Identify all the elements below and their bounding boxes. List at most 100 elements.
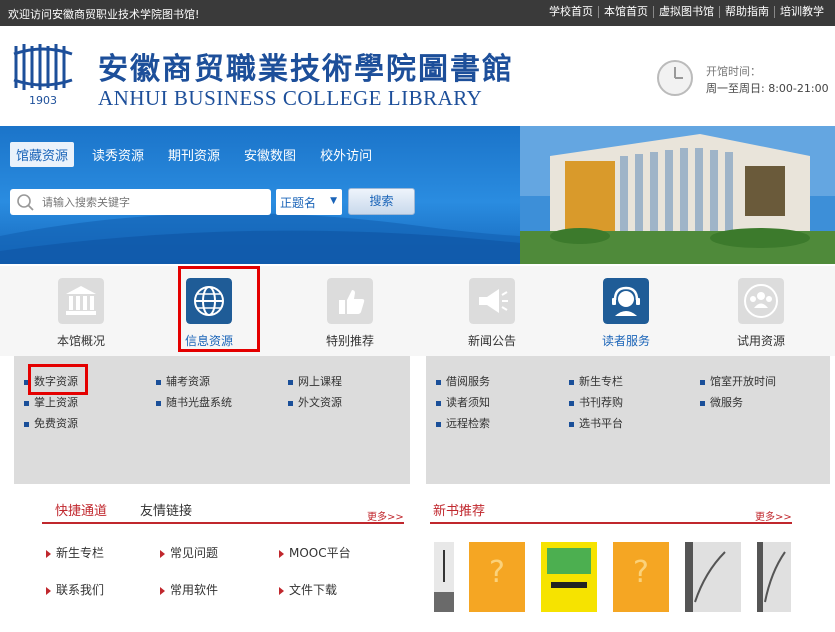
- dropdown-arrow-icon: ▼: [330, 196, 337, 206]
- link-library-home[interactable]: 本馆首页: [598, 6, 653, 18]
- bullet-icon: [436, 400, 441, 406]
- quick-faq[interactable]: 常见问题: [160, 544, 218, 561]
- bullet-icon: [24, 421, 29, 427]
- service-reader-notice[interactable]: 读者须知: [436, 394, 490, 410]
- highlight-info-resources: [178, 266, 260, 352]
- nav-label-about: 本馆概况: [56, 334, 105, 348]
- nav-label-trial-resources: 试用资源: [736, 334, 785, 348]
- nav-about[interactable]: 本馆概况: [31, 278, 131, 349]
- triangle-bullet-icon: [160, 586, 165, 595]
- link-virtual-library[interactable]: 虚拟图书馆: [653, 6, 719, 18]
- nav-label-news: 新闻公告: [467, 334, 516, 348]
- nav-news[interactable]: 新闻公告: [442, 278, 542, 349]
- nav-reader-service[interactable]: 读者服务: [576, 278, 676, 349]
- book-cover-6[interactable]: [757, 542, 791, 612]
- search-icon: [17, 194, 34, 211]
- tab-anhui-digital[interactable]: 安徽数图: [238, 142, 302, 167]
- service-book-request[interactable]: 书刊荐购: [569, 394, 623, 410]
- bottom-section: 快捷通道 友情链接 更多>> 新生专栏 常见问题 MOOC平台 联系我们 常用软…: [0, 488, 835, 632]
- book-cover-1[interactable]: [434, 542, 454, 612]
- clock-icon: [657, 60, 693, 96]
- new-books-more-link[interactable]: 更多>>: [755, 508, 792, 523]
- svg-text:?: ?: [633, 555, 649, 590]
- resource-exam-prep[interactable]: 辅考资源: [156, 373, 210, 389]
- bullet-icon: [569, 400, 574, 406]
- tab-quick-access[interactable]: 快捷通道: [55, 500, 107, 519]
- quick-more-link[interactable]: 更多>>: [367, 508, 404, 523]
- users-group-icon: [738, 278, 784, 324]
- thumbs-up-icon: [327, 278, 373, 324]
- bullet-icon: [288, 379, 293, 385]
- service-freshman[interactable]: 新生专栏: [569, 373, 623, 389]
- quick-contact[interactable]: 联系我们: [46, 581, 104, 598]
- search-field-value: 正题名: [280, 196, 317, 210]
- book-cover-5[interactable]: [685, 542, 741, 612]
- top-links: 学校首页 本馆首页 虚拟图书馆 帮助指南 培训教学: [544, 6, 829, 18]
- quick-divider: [42, 522, 404, 524]
- tab-duxiu[interactable]: 读秀资源: [86, 142, 150, 167]
- site-header: 1903 安徽商贸職業技術學院圖書館 ANHUI BUSINESS COLLEG…: [0, 26, 835, 124]
- bullet-icon: [700, 400, 705, 406]
- resource-cd-system[interactable]: 随书光盘系统: [156, 394, 232, 410]
- quick-software[interactable]: 常用软件: [160, 581, 218, 598]
- link-training[interactable]: 培训教学: [774, 6, 829, 18]
- service-micro[interactable]: 微服务: [700, 394, 743, 410]
- resource-mobile[interactable]: 掌上资源: [24, 394, 78, 410]
- search-input[interactable]: [42, 193, 262, 211]
- search-banner: 馆藏资源 读秀资源 期刊资源 安徽数图 校外访问 正题名 ▼ 搜索: [0, 126, 835, 264]
- quick-freshman[interactable]: 新生专栏: [46, 544, 104, 561]
- search-field-select[interactable]: 正题名 ▼: [276, 189, 342, 215]
- quick-downloads[interactable]: 文件下载: [279, 581, 337, 598]
- bullet-icon: [156, 379, 161, 385]
- book-cover-2[interactable]: ?: [469, 542, 525, 612]
- library-title-cn: 安徽商贸職業技術學院圖書館: [98, 52, 514, 87]
- library-building-icon: [58, 278, 104, 324]
- opening-hours-label: 开馆时间：: [706, 65, 761, 78]
- highlight-digital-resources: [28, 364, 88, 395]
- new-books-title: 新书推荐: [433, 504, 486, 519]
- quick-mooc[interactable]: MOOC平台: [279, 544, 351, 561]
- bullet-icon: [436, 379, 441, 385]
- book-cover-3[interactable]: [541, 542, 597, 612]
- nav-trial-resources[interactable]: 试用资源: [711, 278, 811, 349]
- opening-hours-value: 周一至周日: 8:00-21:00: [706, 82, 829, 95]
- bullet-icon: [700, 379, 705, 385]
- triangle-bullet-icon: [46, 586, 51, 595]
- triangle-bullet-icon: [279, 586, 284, 595]
- welcome-text: 欢迎访问安徽商贸职业技术学院图书馆!: [8, 8, 200, 21]
- nav-special-recommend[interactable]: 特别推荐: [300, 278, 400, 349]
- library-title-en: ANHUI BUSINESS COLLEGE LIBRARY: [98, 86, 483, 110]
- svg-text:?: ?: [489, 555, 505, 590]
- search-button[interactable]: 搜索: [348, 188, 415, 215]
- service-dropdown-panel: 借阅服务 读者须知 远程检索 新生专栏 书刊荐购 选书平台 馆室开放时间 微服务: [426, 356, 830, 484]
- service-book-selection[interactable]: 选书平台: [569, 415, 623, 431]
- resource-online-courses[interactable]: 网上课程: [288, 373, 342, 389]
- book-cover-4[interactable]: ?: [613, 542, 669, 612]
- link-school-home[interactable]: 学校首页: [544, 6, 598, 18]
- megaphone-icon: [469, 278, 515, 324]
- bullet-icon: [288, 400, 293, 406]
- nav-label-special-recommend: 特别推荐: [325, 334, 374, 348]
- service-opening-hours[interactable]: 馆室开放时间: [700, 373, 776, 389]
- library-logo-icon[interactable]: 1903: [12, 42, 74, 106]
- bullet-icon: [436, 421, 441, 427]
- tab-collection[interactable]: 馆藏资源: [10, 142, 75, 167]
- search-box: [10, 189, 271, 215]
- service-remote-search[interactable]: 远程检索: [436, 415, 490, 431]
- tab-journals[interactable]: 期刊资源: [162, 142, 226, 167]
- new-books-divider: [430, 522, 792, 524]
- top-bar: 欢迎访问安徽商贸职业技术学院图书馆! 学校首页 本馆首页 虚拟图书馆 帮助指南 …: [0, 0, 835, 26]
- triangle-bullet-icon: [160, 549, 165, 558]
- tab-friend-links[interactable]: 友情链接: [140, 500, 192, 519]
- nav-label-reader-service: 读者服务: [601, 334, 650, 348]
- resource-foreign[interactable]: 外文资源: [288, 394, 342, 410]
- resource-free[interactable]: 免费资源: [24, 415, 78, 431]
- tab-offcampus[interactable]: 校外访问: [314, 142, 378, 167]
- bullet-icon: [569, 379, 574, 385]
- search-tabs: 馆藏资源 读秀资源 期刊资源 安徽数图 校外访问: [10, 142, 390, 167]
- triangle-bullet-icon: [46, 549, 51, 558]
- bullet-icon: [569, 421, 574, 427]
- library-building-photo: [520, 126, 835, 264]
- service-borrowing[interactable]: 借阅服务: [436, 373, 490, 389]
- link-help-guide[interactable]: 帮助指南: [719, 6, 774, 18]
